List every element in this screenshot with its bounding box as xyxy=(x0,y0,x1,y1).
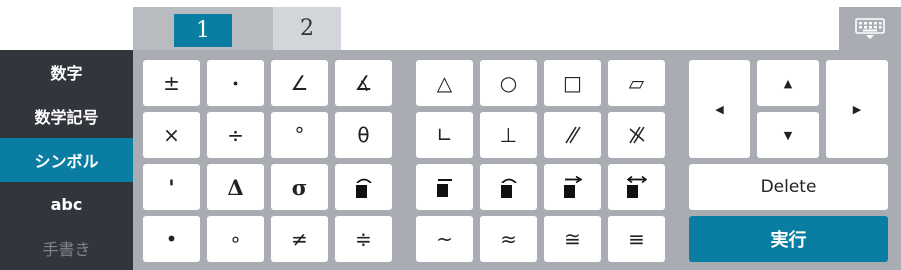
sidebar-item-abc[interactable]: abc xyxy=(0,182,133,226)
tab-bar: 1 2 xyxy=(133,0,901,50)
key-sigma[interactable]: σ xyxy=(271,164,328,210)
key-divide[interactable]: ÷ xyxy=(207,112,264,158)
arrow-up-button[interactable]: ▲ xyxy=(757,60,819,106)
arrow-right-icon: ▶ xyxy=(852,102,862,116)
key-theta[interactable]: θ xyxy=(335,112,392,158)
right-arrow-accent-icon xyxy=(563,176,582,198)
key-almost-equal[interactable]: ≈ xyxy=(480,216,537,262)
key-right-angle[interactable]: ∟ xyxy=(416,112,473,158)
arrow-down-icon: ▼ xyxy=(783,128,793,142)
key-bullet[interactable]: • xyxy=(143,216,200,262)
arrow-left-icon: ◀ xyxy=(715,102,724,116)
key-parallelogram[interactable]: ▱ xyxy=(608,60,665,106)
arrow-left-button[interactable]: ◀ xyxy=(689,60,750,158)
key-tilde[interactable]: ~ xyxy=(416,216,473,262)
key-angle[interactable]: ∠ xyxy=(271,60,328,106)
arrow-up-icon: ▲ xyxy=(783,76,793,90)
not-parallel-icon xyxy=(628,126,645,144)
key-approaches[interactable]: ≑ xyxy=(335,216,392,262)
key-square[interactable]: □ xyxy=(544,60,601,106)
key-overline[interactable] xyxy=(416,164,473,210)
key-not-equal[interactable]: ≠ xyxy=(271,216,328,262)
keyboard-icon xyxy=(855,17,885,39)
tab-1[interactable]: 1 xyxy=(133,7,273,50)
key-arc[interactable] xyxy=(480,164,537,210)
arrow-down-button[interactable]: ▼ xyxy=(757,112,819,158)
key-parallel[interactable] xyxy=(544,112,601,158)
key-arc-hat[interactable] xyxy=(335,164,392,210)
key-plus-minus[interactable]: ± xyxy=(143,60,200,106)
key-delta[interactable]: Δ xyxy=(207,164,264,210)
sidebar-item-symbols[interactable]: シンボル xyxy=(0,138,133,182)
key-triangle[interactable]: △ xyxy=(416,60,473,106)
key-multiply[interactable]: × xyxy=(143,112,200,158)
symbol-keypad: ± · ∠ ∡ × ÷ ° θ ' Δ σ • ∘ ≠ ≑ △ ○ □ ▱ ∟ … xyxy=(133,50,901,270)
key-measured-angle[interactable]: ∡ xyxy=(335,60,392,106)
arrow-right-button[interactable]: ▶ xyxy=(826,60,888,158)
execute-button[interactable]: 実行 xyxy=(689,216,888,262)
keyboard-toggle-button[interactable] xyxy=(839,7,901,50)
sidebar-item-math-symbols[interactable]: 数学記号 xyxy=(0,94,133,138)
overline-icon xyxy=(436,178,453,197)
category-sidebar: 数字 数学記号 シンボル abc 手書き xyxy=(0,50,133,270)
sidebar-item-numbers[interactable]: 数字 xyxy=(0,50,133,94)
key-circle[interactable]: ○ xyxy=(480,60,537,106)
key-perpendicular[interactable]: ⊥ xyxy=(480,112,537,158)
key-not-parallel[interactable] xyxy=(608,112,665,158)
key-prime[interactable]: ' xyxy=(143,164,200,210)
parallel-icon xyxy=(564,126,581,144)
arc-icon xyxy=(500,177,517,198)
key-ring[interactable]: ∘ xyxy=(207,216,264,262)
key-line-arrow[interactable] xyxy=(608,164,665,210)
key-identical[interactable]: ≡ xyxy=(608,216,665,262)
double-arrow-accent-icon xyxy=(626,176,647,198)
key-congruent[interactable]: ≅ xyxy=(544,216,601,262)
key-vector-arrow[interactable] xyxy=(544,164,601,210)
delete-button[interactable]: Delete xyxy=(689,164,888,210)
arc-hat-icon xyxy=(355,177,372,198)
key-middle-dot[interactable]: · xyxy=(207,60,264,106)
tab-1-label: 1 xyxy=(174,14,232,47)
tab-2[interactable]: 2 xyxy=(273,7,341,50)
key-degree[interactable]: ° xyxy=(271,112,328,158)
sidebar-item-handwriting: 手書き xyxy=(42,240,91,259)
